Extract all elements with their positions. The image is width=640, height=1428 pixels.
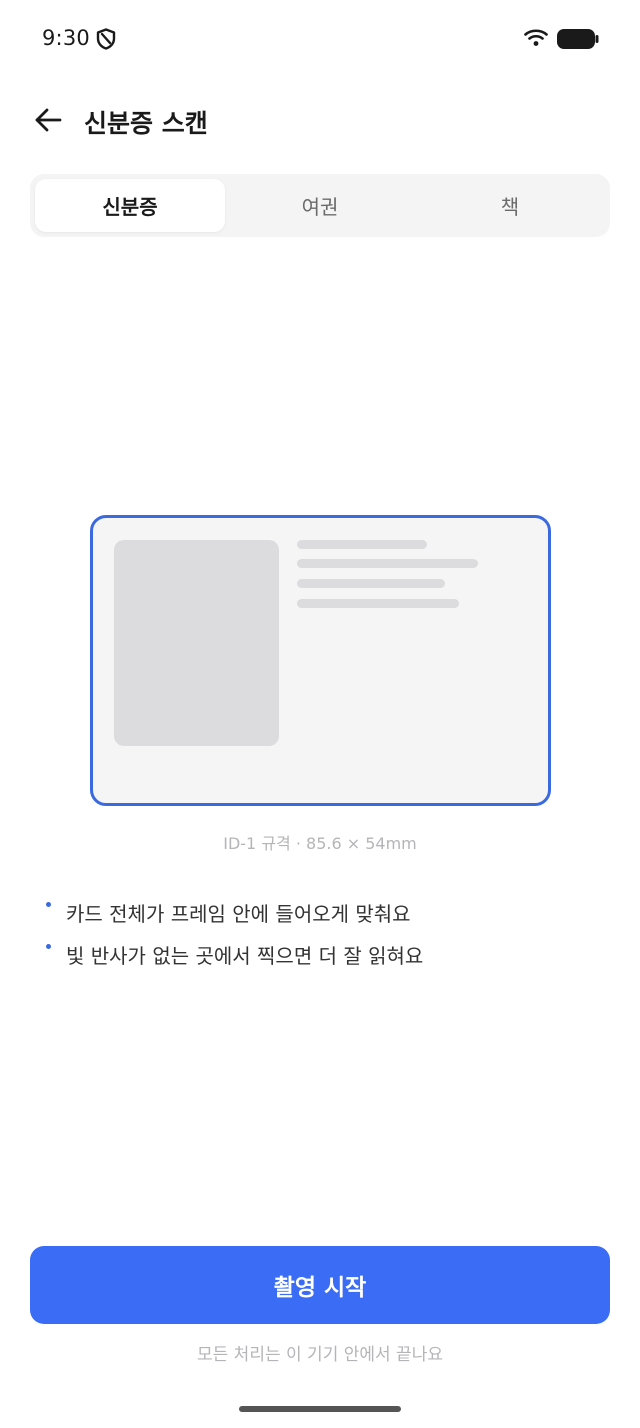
document-type-tabs: 신분증 여권 책 [30, 174, 610, 237]
card-guide-frame [90, 515, 551, 806]
card-size-caption: ID-1 규격 · 85.6 × 54mm [223, 834, 417, 853]
page-title: 신분증 스캔 [84, 109, 208, 138]
card-text-line [297, 540, 427, 549]
tab-book[interactable]: 책 [415, 179, 605, 232]
shield-icon [96, 28, 116, 50]
battery-icon [557, 29, 599, 49]
tip-text: 카드 전체가 프레임 안에 들어오게 맞춰요 [66, 902, 411, 926]
status-bar: 9:30 [0, 0, 640, 78]
start-capture-button[interactable]: 촬영 시작 [30, 1246, 610, 1324]
status-time: 9:30 [42, 26, 90, 50]
home-indicator[interactable] [239, 1406, 401, 1412]
card-photo-placeholder [114, 540, 279, 746]
tab-passport[interactable]: 여권 [225, 179, 415, 232]
tab-id-card[interactable]: 신분증 [35, 179, 225, 232]
list-item: 빛 반사가 없는 곳에서 찍으면 더 잘 읽혀요 [46, 938, 606, 980]
bullet-dot-icon [46, 944, 51, 949]
back-button[interactable] [28, 100, 68, 140]
id-scan-screen: 9:30 신분증 스캔 신분증 여권 책 ID-1 규격 · 85.6 × 54… [0, 0, 640, 1428]
arrow-left-icon [35, 108, 62, 132]
tips-list: 카드 전체가 프레임 안에 들어오게 맞춰요 빛 반사가 없는 곳에서 찍으면 … [46, 896, 606, 980]
tip-text: 빛 반사가 없는 곳에서 찍으면 더 잘 읽혀요 [66, 944, 424, 968]
privacy-footnote: 모든 처리는 이 기기 안에서 끝나요 [197, 1345, 443, 1365]
card-text-line [297, 599, 459, 608]
list-item: 카드 전체가 프레임 안에 들어오게 맞춰요 [46, 896, 606, 938]
header: 신분증 스캔 [0, 96, 640, 148]
card-text-line [297, 559, 478, 568]
card-text-line [297, 579, 445, 588]
wifi-icon [524, 29, 548, 46]
bullet-dot-icon [46, 902, 51, 907]
